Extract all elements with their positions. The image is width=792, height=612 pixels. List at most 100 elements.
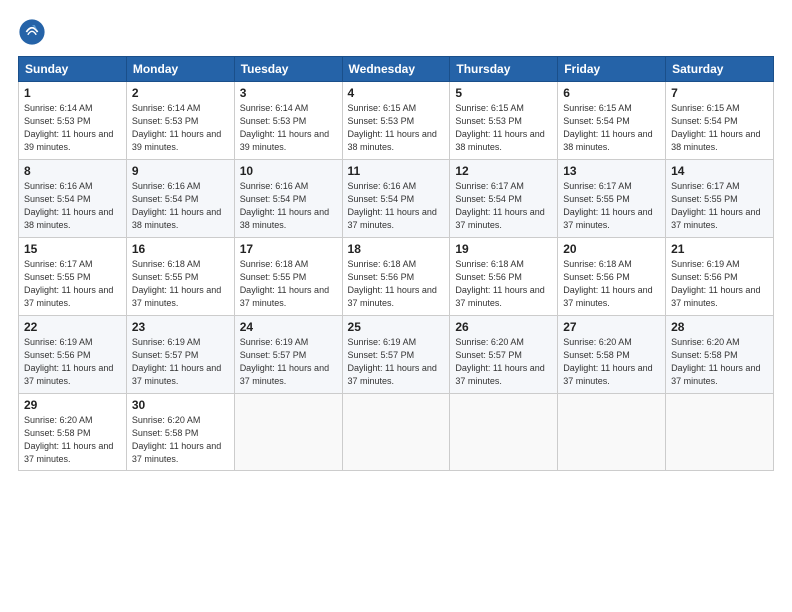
calendar-week-row: 29 Sunrise: 6:20 AMSunset: 5:58 PMDaylig… <box>19 394 774 471</box>
day-number: 24 <box>240 320 337 334</box>
day-number: 22 <box>24 320 121 334</box>
day-info: Sunrise: 6:19 AMSunset: 5:57 PMDaylight:… <box>348 337 437 386</box>
calendar-cell: 24 Sunrise: 6:19 AMSunset: 5:57 PMDaylig… <box>234 316 342 394</box>
day-number: 10 <box>240 164 337 178</box>
header <box>18 18 774 46</box>
day-info: Sunrise: 6:20 AMSunset: 5:58 PMDaylight:… <box>671 337 760 386</box>
calendar-header-saturday: Saturday <box>666 57 774 82</box>
logo <box>18 18 50 46</box>
calendar-cell <box>342 394 450 471</box>
calendar-cell <box>450 394 558 471</box>
day-number: 30 <box>132 398 229 412</box>
calendar-cell: 27 Sunrise: 6:20 AMSunset: 5:58 PMDaylig… <box>558 316 666 394</box>
day-number: 5 <box>455 86 552 100</box>
calendar-cell: 28 Sunrise: 6:20 AMSunset: 5:58 PMDaylig… <box>666 316 774 394</box>
calendar-cell: 1 Sunrise: 6:14 AMSunset: 5:53 PMDayligh… <box>19 82 127 160</box>
day-info: Sunrise: 6:14 AMSunset: 5:53 PMDaylight:… <box>132 103 221 152</box>
day-info: Sunrise: 6:15 AMSunset: 5:54 PMDaylight:… <box>563 103 652 152</box>
day-number: 8 <box>24 164 121 178</box>
day-info: Sunrise: 6:16 AMSunset: 5:54 PMDaylight:… <box>24 181 113 230</box>
calendar-week-row: 1 Sunrise: 6:14 AMSunset: 5:53 PMDayligh… <box>19 82 774 160</box>
calendar-cell: 23 Sunrise: 6:19 AMSunset: 5:57 PMDaylig… <box>126 316 234 394</box>
day-number: 9 <box>132 164 229 178</box>
day-info: Sunrise: 6:14 AMSunset: 5:53 PMDaylight:… <box>24 103 113 152</box>
calendar-week-row: 8 Sunrise: 6:16 AMSunset: 5:54 PMDayligh… <box>19 160 774 238</box>
day-info: Sunrise: 6:20 AMSunset: 5:57 PMDaylight:… <box>455 337 544 386</box>
day-number: 6 <box>563 86 660 100</box>
calendar-cell: 16 Sunrise: 6:18 AMSunset: 5:55 PMDaylig… <box>126 238 234 316</box>
calendar-cell: 13 Sunrise: 6:17 AMSunset: 5:55 PMDaylig… <box>558 160 666 238</box>
calendar-cell: 7 Sunrise: 6:15 AMSunset: 5:54 PMDayligh… <box>666 82 774 160</box>
day-info: Sunrise: 6:15 AMSunset: 5:53 PMDaylight:… <box>455 103 544 152</box>
day-number: 29 <box>24 398 121 412</box>
day-number: 13 <box>563 164 660 178</box>
calendar-cell: 5 Sunrise: 6:15 AMSunset: 5:53 PMDayligh… <box>450 82 558 160</box>
day-info: Sunrise: 6:14 AMSunset: 5:53 PMDaylight:… <box>240 103 329 152</box>
day-number: 2 <box>132 86 229 100</box>
day-number: 11 <box>348 164 445 178</box>
day-info: Sunrise: 6:19 AMSunset: 5:56 PMDaylight:… <box>671 259 760 308</box>
day-info: Sunrise: 6:15 AMSunset: 5:54 PMDaylight:… <box>671 103 760 152</box>
page: SundayMondayTuesdayWednesdayThursdayFrid… <box>0 0 792 612</box>
calendar-cell: 22 Sunrise: 6:19 AMSunset: 5:56 PMDaylig… <box>19 316 127 394</box>
day-number: 19 <box>455 242 552 256</box>
day-info: Sunrise: 6:18 AMSunset: 5:56 PMDaylight:… <box>455 259 544 308</box>
calendar-cell: 2 Sunrise: 6:14 AMSunset: 5:53 PMDayligh… <box>126 82 234 160</box>
day-info: Sunrise: 6:20 AMSunset: 5:58 PMDaylight:… <box>132 415 221 464</box>
day-number: 3 <box>240 86 337 100</box>
day-number: 17 <box>240 242 337 256</box>
calendar-cell: 6 Sunrise: 6:15 AMSunset: 5:54 PMDayligh… <box>558 82 666 160</box>
calendar-cell: 4 Sunrise: 6:15 AMSunset: 5:53 PMDayligh… <box>342 82 450 160</box>
day-info: Sunrise: 6:18 AMSunset: 5:55 PMDaylight:… <box>132 259 221 308</box>
calendar-cell: 26 Sunrise: 6:20 AMSunset: 5:57 PMDaylig… <box>450 316 558 394</box>
day-number: 25 <box>348 320 445 334</box>
calendar-header-wednesday: Wednesday <box>342 57 450 82</box>
calendar-header-sunday: Sunday <box>19 57 127 82</box>
calendar-cell: 17 Sunrise: 6:18 AMSunset: 5:55 PMDaylig… <box>234 238 342 316</box>
day-number: 23 <box>132 320 229 334</box>
calendar-cell: 9 Sunrise: 6:16 AMSunset: 5:54 PMDayligh… <box>126 160 234 238</box>
day-number: 26 <box>455 320 552 334</box>
calendar-header-friday: Friday <box>558 57 666 82</box>
calendar-cell: 29 Sunrise: 6:20 AMSunset: 5:58 PMDaylig… <box>19 394 127 471</box>
day-info: Sunrise: 6:19 AMSunset: 5:57 PMDaylight:… <box>240 337 329 386</box>
calendar-cell: 21 Sunrise: 6:19 AMSunset: 5:56 PMDaylig… <box>666 238 774 316</box>
calendar-header-tuesday: Tuesday <box>234 57 342 82</box>
day-info: Sunrise: 6:19 AMSunset: 5:57 PMDaylight:… <box>132 337 221 386</box>
day-info: Sunrise: 6:17 AMSunset: 5:55 PMDaylight:… <box>563 181 652 230</box>
calendar-cell <box>666 394 774 471</box>
day-info: Sunrise: 6:18 AMSunset: 5:55 PMDaylight:… <box>240 259 329 308</box>
day-info: Sunrise: 6:16 AMSunset: 5:54 PMDaylight:… <box>132 181 221 230</box>
day-number: 7 <box>671 86 768 100</box>
day-number: 1 <box>24 86 121 100</box>
calendar-header-monday: Monday <box>126 57 234 82</box>
day-info: Sunrise: 6:16 AMSunset: 5:54 PMDaylight:… <box>240 181 329 230</box>
day-info: Sunrise: 6:19 AMSunset: 5:56 PMDaylight:… <box>24 337 113 386</box>
calendar-cell: 19 Sunrise: 6:18 AMSunset: 5:56 PMDaylig… <box>450 238 558 316</box>
calendar-cell: 8 Sunrise: 6:16 AMSunset: 5:54 PMDayligh… <box>19 160 127 238</box>
day-number: 16 <box>132 242 229 256</box>
day-info: Sunrise: 6:15 AMSunset: 5:53 PMDaylight:… <box>348 103 437 152</box>
day-number: 28 <box>671 320 768 334</box>
calendar-cell <box>558 394 666 471</box>
calendar-cell: 20 Sunrise: 6:18 AMSunset: 5:56 PMDaylig… <box>558 238 666 316</box>
calendar-cell: 11 Sunrise: 6:16 AMSunset: 5:54 PMDaylig… <box>342 160 450 238</box>
calendar-header-row: SundayMondayTuesdayWednesdayThursdayFrid… <box>19 57 774 82</box>
calendar-cell <box>234 394 342 471</box>
day-number: 4 <box>348 86 445 100</box>
day-number: 20 <box>563 242 660 256</box>
calendar-cell: 18 Sunrise: 6:18 AMSunset: 5:56 PMDaylig… <box>342 238 450 316</box>
calendar-cell: 3 Sunrise: 6:14 AMSunset: 5:53 PMDayligh… <box>234 82 342 160</box>
calendar: SundayMondayTuesdayWednesdayThursdayFrid… <box>18 56 774 471</box>
calendar-cell: 15 Sunrise: 6:17 AMSunset: 5:55 PMDaylig… <box>19 238 127 316</box>
calendar-header-thursday: Thursday <box>450 57 558 82</box>
calendar-week-row: 22 Sunrise: 6:19 AMSunset: 5:56 PMDaylig… <box>19 316 774 394</box>
calendar-cell: 30 Sunrise: 6:20 AMSunset: 5:58 PMDaylig… <box>126 394 234 471</box>
calendar-cell: 14 Sunrise: 6:17 AMSunset: 5:55 PMDaylig… <box>666 160 774 238</box>
calendar-cell: 10 Sunrise: 6:16 AMSunset: 5:54 PMDaylig… <box>234 160 342 238</box>
day-number: 21 <box>671 242 768 256</box>
day-info: Sunrise: 6:17 AMSunset: 5:54 PMDaylight:… <box>455 181 544 230</box>
day-number: 15 <box>24 242 121 256</box>
day-info: Sunrise: 6:18 AMSunset: 5:56 PMDaylight:… <box>348 259 437 308</box>
day-info: Sunrise: 6:17 AMSunset: 5:55 PMDaylight:… <box>671 181 760 230</box>
